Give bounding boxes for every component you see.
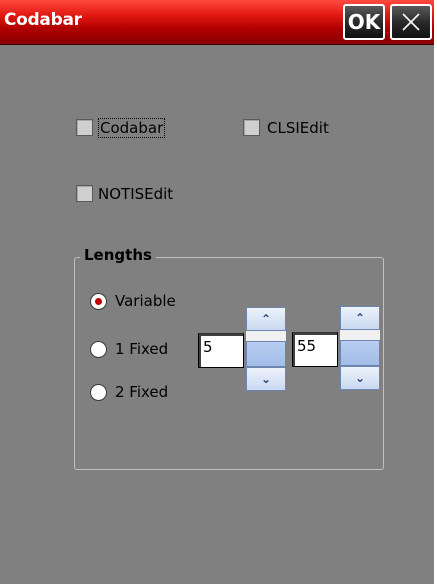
variable-label[interactable]: Variable — [115, 292, 176, 310]
notisedit-label[interactable]: NOTISEdit — [98, 185, 173, 203]
close-button[interactable] — [390, 4, 432, 40]
chevron-up-icon: ⌃ — [354, 311, 366, 325]
chevron-up-icon: ⌃ — [260, 312, 272, 326]
length1-down-button[interactable]: ⌄ — [246, 367, 286, 391]
length1-spinner: ⌃ ⌄ — [246, 307, 286, 392]
clsiedit-checkbox[interactable] — [243, 119, 260, 136]
radio-selected-dot — [95, 298, 102, 305]
codabar-checkbox[interactable] — [76, 119, 93, 136]
length2-spin-thumb[interactable] — [340, 340, 380, 366]
length1-up-button[interactable]: ⌃ — [246, 307, 286, 331]
length1-spin-thumb[interactable] — [246, 341, 286, 367]
lengths-title: Lengths — [80, 246, 156, 264]
variable-radio[interactable] — [90, 293, 107, 310]
close-icon — [402, 13, 420, 31]
two-fixed-radio[interactable] — [90, 384, 107, 401]
one-fixed-radio[interactable] — [90, 341, 107, 358]
clsiedit-label[interactable]: CLSIEdit — [267, 119, 329, 137]
chevron-down-icon: ⌄ — [354, 371, 366, 385]
length1-spin-track — [246, 331, 286, 341]
ok-button[interactable]: OK — [343, 4, 385, 40]
title-bar: Codabar OK — [0, 0, 434, 45]
window-title: Codabar — [4, 10, 82, 30]
length2-up-button[interactable]: ⌃ — [340, 306, 380, 330]
length2-spinner: ⌃ ⌄ — [340, 306, 380, 391]
two-fixed-label[interactable]: 2 Fixed — [115, 383, 168, 401]
length2-input[interactable]: 55 — [292, 332, 338, 367]
chevron-down-icon: ⌄ — [260, 372, 272, 386]
length1-input[interactable]: 5 — [198, 333, 244, 368]
length2-down-button[interactable]: ⌄ — [340, 366, 380, 390]
notisedit-checkbox[interactable] — [76, 185, 93, 202]
dialog-window: Codabar OK Codabar CLSIEdit NOTISEdit Le… — [0, 0, 434, 584]
codabar-label[interactable]: Codabar — [98, 118, 166, 138]
one-fixed-label[interactable]: 1 Fixed — [115, 340, 168, 358]
length2-spin-track — [340, 330, 380, 340]
